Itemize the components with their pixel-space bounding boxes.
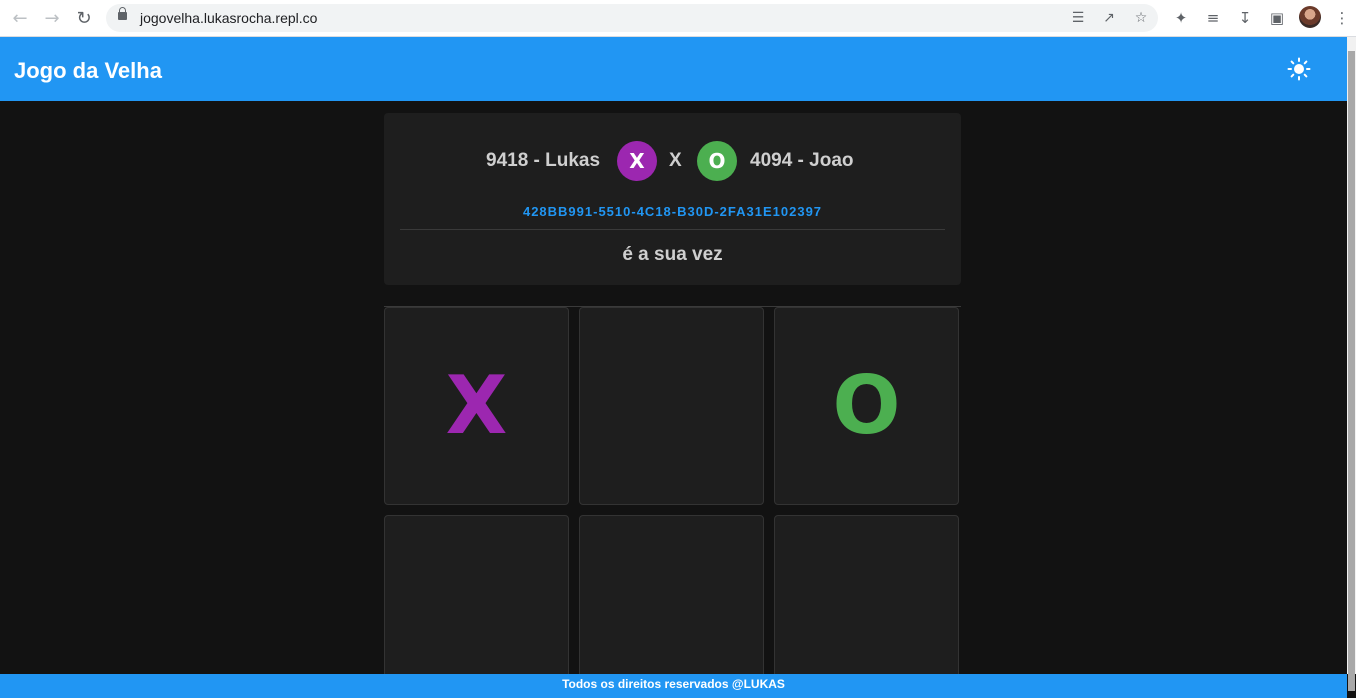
card-divider <box>400 229 945 230</box>
board-cell-2[interactable] <box>579 307 764 505</box>
cell-mark: X <box>445 359 508 452</box>
translate-icon[interactable]: ☰ <box>1068 8 1088 28</box>
media-queue-icon[interactable]: ≡ <box>1202 7 1224 29</box>
cell-mark: O <box>832 359 901 452</box>
game-id[interactable]: 428BB991-5510-4C18-B30D-2FA31E102397 <box>384 204 961 219</box>
back-arrow-icon[interactable]: ← <box>8 6 32 30</box>
board-cell-4[interactable] <box>384 515 569 685</box>
turn-status: é a sua vez <box>622 244 723 265</box>
app-title: Jogo da Velha <box>14 58 162 83</box>
board-cell-5[interactable] <box>579 515 764 685</box>
browser-toolbar: ← → ↻ jogovelha.lukasrocha.repl.co ☰ ↗ ☆… <box>0 0 1356 37</box>
footer-text: Todos os direitos reservados @LUKAS <box>562 677 785 691</box>
lock-icon <box>118 7 127 20</box>
side-panel-icon[interactable]: ▣ <box>1266 7 1288 29</box>
page-scrollbar[interactable] <box>1347 37 1356 691</box>
bookmark-star-icon[interactable]: ☆ <box>1131 8 1151 28</box>
players-row: 9418 - Lukas X X O 4094 - Joao <box>384 141 961 181</box>
player2-name: 4094 - Joao <box>750 150 854 171</box>
footer-bar: Todos os direitos reservados @LUKAS <box>0 674 1347 698</box>
share-icon[interactable]: ↗ <box>1099 8 1119 28</box>
player1-symbol-badge: X <box>617 141 657 181</box>
board-cell-6[interactable] <box>774 515 959 685</box>
extensions-puzzle-icon[interactable]: ✦ <box>1170 7 1192 29</box>
sun-icon[interactable] <box>1287 57 1311 81</box>
player1-name: 9418 - Lukas <box>486 150 601 171</box>
board-cell-3[interactable]: O <box>774 307 959 505</box>
player2-symbol-badge: O <box>697 141 737 181</box>
address-bar[interactable]: jogovelha.lukasrocha.repl.co ☰ ↗ ☆ <box>106 4 1158 32</box>
menu-kebab-icon[interactable]: ⋮ <box>1331 7 1353 29</box>
url-text[interactable]: jogovelha.lukasrocha.repl.co <box>140 10 317 26</box>
reload-icon[interactable]: ↻ <box>72 6 96 30</box>
profile-avatar[interactable] <box>1299 6 1321 28</box>
forward-arrow-icon[interactable]: → <box>40 6 64 30</box>
versus-separator: X <box>669 150 682 171</box>
match-info-card: 9418 - Lukas X X O 4094 - Joao 428BB991-… <box>384 113 961 285</box>
scrollbar-thumb[interactable] <box>1348 51 1355 691</box>
board-cell-1[interactable]: X <box>384 307 569 505</box>
app-bar: Jogo da Velha <box>0 37 1347 101</box>
download-icon[interactable]: ↧ <box>1234 7 1256 29</box>
